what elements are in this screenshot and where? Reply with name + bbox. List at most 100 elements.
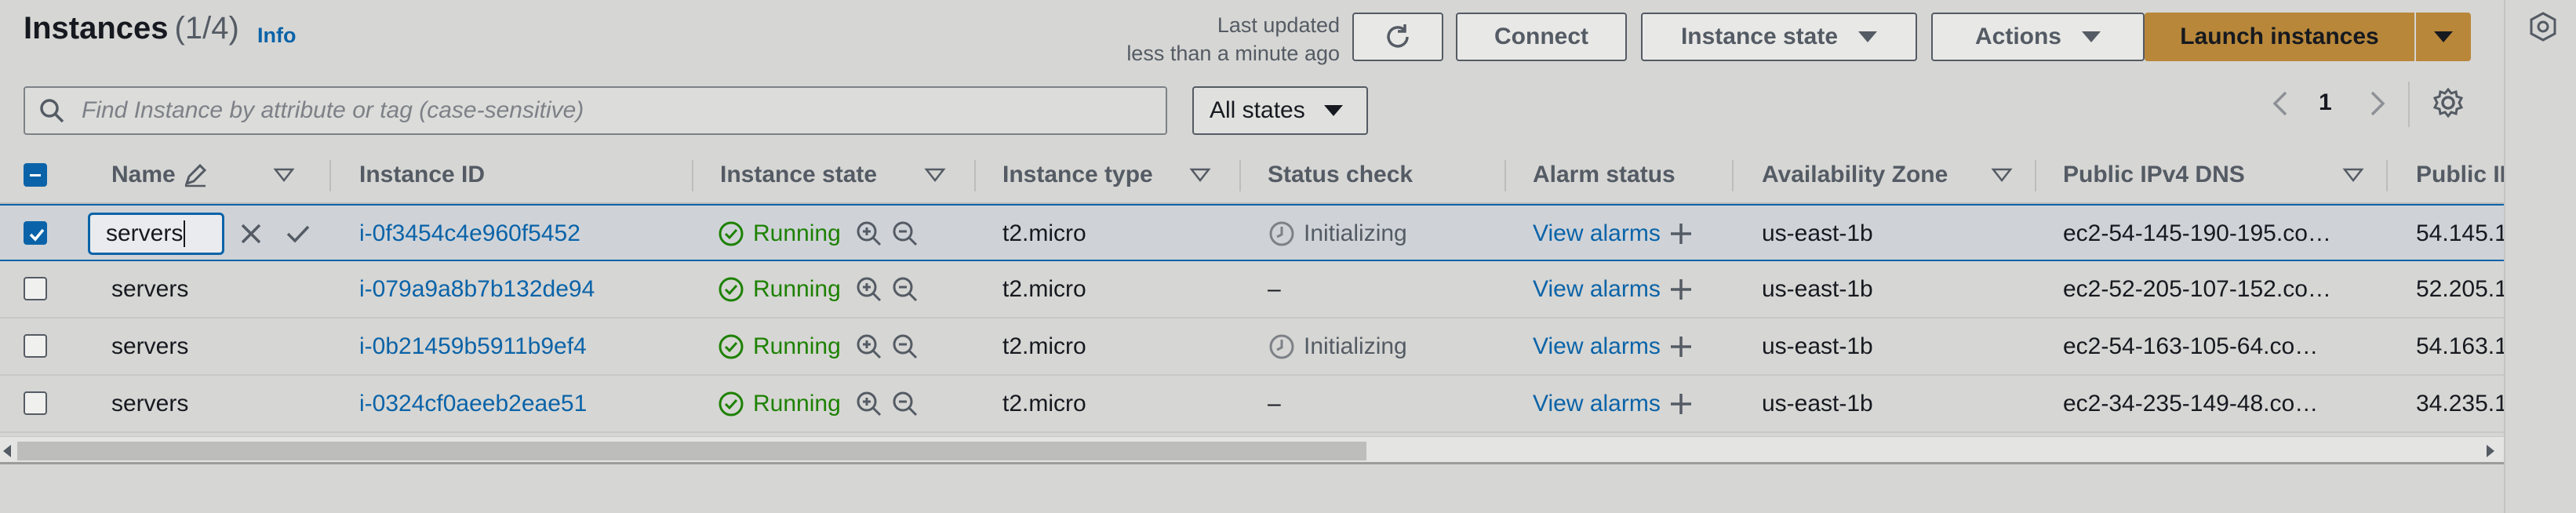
public-dns-cell: ec2-54-145-190-195.co… bbox=[2063, 206, 2377, 261]
view-alarms-link[interactable]: View alarms bbox=[1533, 276, 1661, 303]
view-alarms-link[interactable]: View alarms bbox=[1533, 333, 1661, 360]
states-filter-select[interactable]: All states bbox=[1192, 86, 1368, 135]
cancel-edit-icon[interactable] bbox=[237, 220, 265, 248]
table-row[interactable]: servers i-079a9a8b7b132de94 Running t2.m… bbox=[0, 261, 2504, 318]
scrollbar-thumb[interactable] bbox=[17, 442, 1366, 460]
availability-zone-value: us-east-1b bbox=[1762, 220, 1873, 246]
status-check-cell: Initializing bbox=[1268, 206, 1503, 261]
status-check-value: Initializing bbox=[1304, 220, 1407, 246]
instance-id-link[interactable]: i-0f3454c4e960f5452 bbox=[359, 220, 580, 247]
column-divider[interactable] bbox=[1504, 160, 1506, 191]
zoom-in-icon[interactable] bbox=[855, 333, 883, 361]
zoom-out-icon[interactable] bbox=[891, 220, 919, 248]
launch-instances-button[interactable]: Launch instances bbox=[2145, 13, 2414, 61]
instance-id-cell[interactable]: i-0f3454c4e960f5452 bbox=[359, 206, 689, 261]
column-divider[interactable] bbox=[1239, 160, 1241, 191]
select-all-checkbox[interactable] bbox=[24, 163, 47, 187]
column-header-instance-type[interactable]: Instance type bbox=[1002, 146, 1214, 204]
column-header-availability-zone[interactable]: Availability Zone bbox=[1762, 146, 2013, 204]
public-ip-value: 34.235.1 bbox=[2416, 390, 2504, 417]
column-header-label: Availability Zone bbox=[1762, 162, 1948, 187]
column-divider[interactable] bbox=[2035, 160, 2036, 191]
column-header-public-ipv4-dns[interactable]: Public IPv4 DNS bbox=[2063, 146, 2364, 204]
sort-icon[interactable] bbox=[2342, 167, 2364, 183]
connect-button[interactable]: Connect bbox=[1456, 13, 1627, 61]
instance-id-cell[interactable]: i-079a9a8b7b132de94 bbox=[359, 261, 689, 317]
sort-icon[interactable] bbox=[924, 167, 946, 183]
row-checkbox[interactable] bbox=[24, 334, 47, 358]
pencil-icon bbox=[184, 163, 206, 187]
column-header-name[interactable]: Name bbox=[111, 146, 307, 204]
column-divider[interactable] bbox=[329, 160, 331, 191]
zoom-in-icon[interactable] bbox=[855, 220, 883, 248]
column-divider[interactable] bbox=[1732, 160, 1734, 191]
instance-id-cell[interactable]: i-0b21459b5911b9ef4 bbox=[359, 318, 689, 374]
column-divider[interactable] bbox=[974, 160, 976, 191]
sort-icon[interactable] bbox=[1189, 167, 1211, 183]
launch-dropdown-button[interactable] bbox=[2416, 13, 2471, 61]
refresh-button[interactable] bbox=[1352, 13, 1443, 61]
current-page[interactable]: 1 bbox=[2319, 89, 2332, 116]
plus-icon[interactable] bbox=[1667, 275, 1695, 304]
column-header-status-check[interactable]: Status check bbox=[1268, 146, 1503, 204]
availability-zone-value: us-east-1b bbox=[1762, 275, 1873, 302]
sort-icon[interactable] bbox=[1991, 167, 2013, 183]
scroll-right-arrow-icon[interactable] bbox=[2487, 445, 2494, 457]
confirm-edit-icon[interactable] bbox=[284, 220, 312, 248]
chevron-left-icon[interactable] bbox=[2267, 88, 2294, 119]
column-divider[interactable] bbox=[2386, 160, 2388, 191]
public-ip-value: 52.205.1 bbox=[2416, 275, 2504, 302]
public-ip-cell: 52.205.1 bbox=[2416, 261, 2504, 317]
cloudshell-icon[interactable] bbox=[2527, 11, 2559, 42]
column-header-instance-id[interactable]: Instance ID bbox=[359, 146, 673, 204]
actions-button[interactable]: Actions bbox=[1931, 13, 2145, 61]
info-link[interactable]: Info bbox=[257, 24, 296, 48]
caret-down-icon bbox=[1323, 105, 1343, 116]
instance-state-button[interactable]: Instance state bbox=[1641, 13, 1917, 61]
column-header-public-ip[interactable]: Public IP bbox=[2416, 146, 2504, 204]
zoom-out-icon[interactable] bbox=[891, 333, 919, 361]
plus-icon[interactable] bbox=[1667, 390, 1695, 418]
instance-state-cell: Running bbox=[717, 261, 968, 317]
instance-state-cell: Running bbox=[717, 376, 968, 431]
instance-id-cell[interactable]: i-0324cf0aeeb2eae51 bbox=[359, 376, 689, 431]
status-check-cell: – bbox=[1268, 261, 1503, 317]
plus-icon[interactable] bbox=[1667, 333, 1695, 361]
horizontal-scrollbar[interactable] bbox=[0, 436, 2504, 464]
chevron-right-icon[interactable] bbox=[2364, 88, 2391, 119]
view-alarms-link[interactable]: View alarms bbox=[1533, 391, 1661, 417]
instance-state-value: Running bbox=[753, 333, 841, 359]
row-checkbox[interactable] bbox=[24, 221, 47, 245]
zoom-in-icon[interactable] bbox=[855, 390, 883, 418]
table-row[interactable]: servers i-0b21459b5911b9ef4 Running t2.m… bbox=[0, 318, 2504, 376]
search-input[interactable]: Find Instance by attribute or tag (case-… bbox=[24, 86, 1167, 135]
instance-id-link[interactable]: i-0b21459b5911b9ef4 bbox=[359, 333, 587, 360]
view-alarms-link[interactable]: View alarms bbox=[1533, 220, 1661, 247]
table-row[interactable]: servers i-0324cf0aeeb2eae51 Running t2.m… bbox=[0, 376, 2504, 433]
name-cell[interactable]: servers bbox=[111, 261, 315, 317]
scroll-left-arrow-icon[interactable] bbox=[3, 445, 11, 457]
table-row[interactable]: servers i-0f3454c4e960f5452 Running t2.m… bbox=[0, 204, 2504, 261]
name-edit-input[interactable]: servers bbox=[88, 213, 224, 255]
zoom-out-icon[interactable] bbox=[891, 275, 919, 304]
column-divider[interactable] bbox=[692, 160, 693, 191]
row-checkbox[interactable] bbox=[24, 391, 47, 415]
zoom-out-icon[interactable] bbox=[891, 390, 919, 418]
name-cell[interactable]: servers bbox=[111, 318, 315, 374]
gear-icon[interactable] bbox=[2432, 86, 2465, 119]
caret-down-icon bbox=[1858, 31, 1878, 42]
check-circle-icon bbox=[719, 334, 744, 358]
last-updated: Last updated less than a minute ago bbox=[1020, 11, 1340, 67]
name-cell[interactable]: servers bbox=[111, 376, 315, 431]
instance-id-link[interactable]: i-0324cf0aeeb2eae51 bbox=[359, 391, 587, 417]
sort-icon[interactable] bbox=[273, 167, 295, 183]
plus-icon[interactable] bbox=[1667, 220, 1695, 248]
column-header-instance-state[interactable]: Instance state bbox=[720, 146, 955, 204]
column-header-label: Instance ID bbox=[359, 162, 486, 187]
zoom-in-icon[interactable] bbox=[855, 275, 883, 304]
instance-id-link[interactable]: i-079a9a8b7b132de94 bbox=[359, 276, 595, 303]
column-header-alarm-status[interactable]: Alarm status bbox=[1533, 146, 1737, 204]
public-ip-value: 54.163.1 bbox=[2416, 333, 2504, 359]
name-cell[interactable]: servers bbox=[88, 206, 315, 261]
row-checkbox[interactable] bbox=[24, 277, 47, 300]
